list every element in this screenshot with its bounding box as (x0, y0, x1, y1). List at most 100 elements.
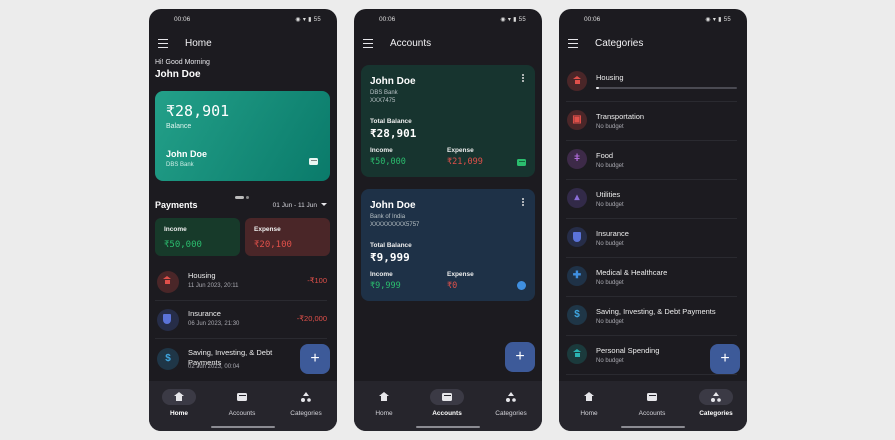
balance-card[interactable]: ₹28,901 Balance John Doe DBS Bank (155, 91, 330, 181)
transaction-amount: -₹20,000 (296, 314, 327, 323)
house-icon (567, 344, 587, 364)
income-label: Income (164, 226, 187, 233)
account-card[interactable]: John Doe DBS Bank XXX7475 Total Balance … (361, 65, 535, 177)
category-row[interactable]: ✚ Medical & Healthcare No budget (566, 258, 737, 297)
category-name: Utilities (596, 190, 621, 199)
expense-summary: Expense ₹20,100 (245, 218, 330, 256)
shapes-icon (301, 392, 311, 402)
category-name: Personal Spending (596, 346, 660, 355)
credit-card-icon (309, 158, 318, 165)
category-name: Saving, Investing, & Debt Payments (596, 307, 716, 316)
category-row[interactable]: ▣ Transportation No budget (566, 102, 737, 141)
dollar-icon: $ (157, 348, 179, 370)
budget-progress-bar (596, 87, 737, 89)
gesture-bar (211, 426, 275, 428)
nav-accounts[interactable]: Accounts (422, 389, 472, 417)
category-name: Housing (596, 73, 624, 82)
housing-icon (157, 271, 179, 293)
status-bar: 00:06 ◉ ▾ ▮ 55 (559, 16, 747, 28)
home-icon (379, 392, 389, 401)
nav-accounts[interactable]: Accounts (217, 389, 267, 417)
carousel-dot-active (235, 196, 244, 199)
transaction-name: Housing (188, 271, 216, 280)
menu-icon[interactable] (158, 39, 168, 48)
wallet-icon (237, 393, 247, 401)
income-label: Income (370, 147, 393, 154)
greeting-text: Hi! Good Morning (155, 59, 210, 66)
transaction-name: Insurance (188, 309, 221, 318)
home-screen: 00:06 ◉ ▾ ▮ 55 Home Hi! Good Morning Joh… (149, 9, 337, 431)
date-range-selector[interactable]: 01 Jun - 11 Jun (273, 202, 327, 209)
account-bank: Bank of India (370, 214, 406, 220)
category-row[interactable]: $ Saving, Investing, & Debt Payments No bu… (566, 297, 737, 336)
category-name: Medical & Healthcare (596, 268, 668, 277)
nav-categories[interactable]: Categories (691, 389, 741, 417)
nav-accounts-indicator (635, 389, 669, 405)
card-bank-name: DBS Bank (166, 162, 194, 168)
shapes-icon (711, 392, 721, 402)
nav-accounts-label: Accounts (432, 410, 462, 417)
nav-accounts-label: Accounts (638, 410, 666, 417)
nav-home[interactable]: Home (564, 389, 614, 417)
carousel-indicator (235, 186, 251, 204)
add-fab-button[interactable]: + (710, 344, 740, 374)
wallet-icon (442, 393, 452, 401)
add-fab-button[interactable]: + (505, 342, 535, 372)
shapes-icon: ▴ (567, 188, 587, 208)
nav-home[interactable]: Home (154, 389, 204, 417)
nav-home[interactable]: Home (359, 389, 409, 417)
nav-categories[interactable]: Categories (281, 389, 331, 417)
category-budget: No budget (596, 202, 624, 208)
top-app-bar: Categories (559, 37, 747, 51)
dollar-icon: $ (567, 305, 587, 325)
payments-title: Payments (155, 200, 198, 210)
category-row[interactable]: Housing (566, 63, 737, 102)
transaction-row[interactable]: Housing 11 Jun 2023, 20:11 -₹100 (155, 265, 327, 301)
credit-card-icon (517, 159, 526, 166)
bottom-nav: Home Accounts Categories (559, 381, 747, 431)
nav-accounts[interactable]: Accounts (627, 389, 677, 417)
add-fab-button[interactable]: + (300, 344, 330, 374)
menu-icon[interactable] (363, 39, 373, 48)
page-title: Categories (595, 38, 644, 49)
gesture-bar (416, 426, 480, 428)
nav-categories[interactable]: Categories (486, 389, 536, 417)
category-name: Food (596, 151, 614, 160)
total-balance-label: Total Balance (370, 242, 412, 249)
category-budget: No budget (596, 358, 624, 364)
status-time: 00:06 (584, 16, 601, 23)
bottom-nav: Home Accounts Categories (354, 381, 542, 431)
account-bank: DBS Bank (370, 90, 398, 96)
category-budget: No budget (596, 319, 624, 325)
account-holder: John Doe (370, 76, 416, 87)
category-row[interactable]: ǂ Food No budget (566, 141, 737, 180)
house-icon (567, 71, 587, 91)
gesture-bar (621, 426, 685, 428)
categories-screen: 00:06 ◉ ▾ ▮ 55 Categories Housing ▣ Transp… (559, 9, 747, 431)
income-label: Income (370, 271, 393, 278)
category-row[interactable]: Insurance No budget (566, 219, 737, 258)
account-card[interactable]: John Doe Bank of India XXXXXXXXX5757 Tot… (361, 189, 535, 301)
category-name: Insurance (596, 229, 629, 238)
category-budget: No budget (596, 241, 624, 247)
more-options-icon[interactable] (522, 198, 524, 200)
expense-value: ₹0 (447, 281, 458, 291)
caret-down-icon (321, 203, 327, 206)
nav-home-label: Home (580, 410, 598, 417)
home-icon (174, 392, 184, 401)
page-title: Home (185, 38, 212, 49)
top-app-bar: Home (149, 37, 337, 51)
status-bar: 00:06 ◉ ▾ ▮ 55 (354, 16, 542, 28)
nav-accounts-label: Accounts (228, 410, 256, 417)
nav-accounts-indicator (225, 389, 259, 405)
transaction-date: 06 Jun 2023, 21:30 (188, 321, 240, 327)
status-icons: ◉ ▾ ▮ 55 (500, 17, 526, 23)
transaction-row[interactable]: Insurance 06 Jun 2023, 21:30 -₹20,000 (155, 303, 327, 339)
expense-label: Expense (447, 271, 474, 278)
balance-label: Balance (166, 123, 192, 130)
category-row[interactable]: ▴ Utilities No budget (566, 180, 737, 219)
home-icon (584, 392, 594, 401)
date-range-text: 01 Jun - 11 Jun (272, 202, 317, 209)
menu-icon[interactable] (568, 39, 578, 48)
more-options-icon[interactable] (522, 74, 524, 76)
